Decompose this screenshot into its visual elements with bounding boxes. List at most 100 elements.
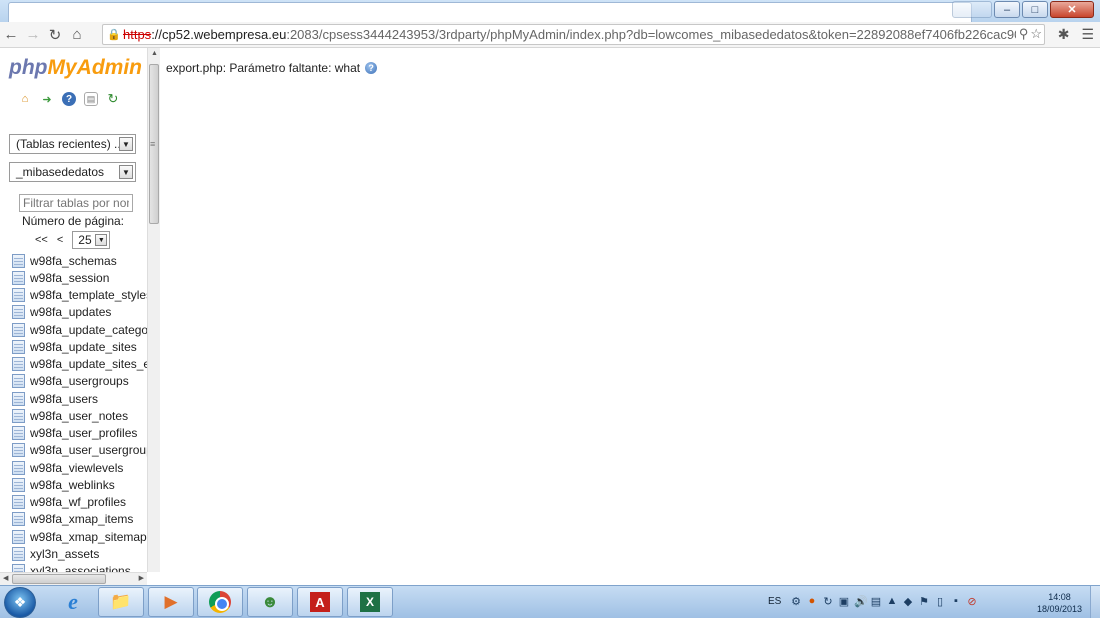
taskbar-internet-explorer[interactable]: e <box>50 587 96 617</box>
taskbar-chrome[interactable] <box>197 587 243 617</box>
table-row[interactable]: w98fa_user_usergroup <box>12 442 153 459</box>
browser-tab[interactable] <box>8 2 972 22</box>
table-row[interactable]: w98fa_wf_profiles <box>12 494 152 511</box>
signal-icon[interactable]: ▪ <box>950 595 962 608</box>
table-name-link[interactable]: w98fa_xmap_items <box>30 512 133 526</box>
table-name-link[interactable]: w98fa_usergroups <box>30 374 129 388</box>
phpmyadmin-logo[interactable]: phpMyAdmin <box>9 56 142 80</box>
scrollbar-thumb[interactable] <box>12 574 106 584</box>
clock[interactable]: 14:08 18/09/2013 <box>1037 591 1082 615</box>
table-icon[interactable] <box>12 374 25 389</box>
table-icon[interactable] <box>12 512 25 527</box>
tray-alert-icon[interactable]: ● <box>806 595 818 608</box>
table-icon[interactable] <box>12 426 25 441</box>
table-row[interactable]: w98fa_schemas <box>12 252 152 269</box>
table-icon[interactable] <box>12 495 25 510</box>
tray-blocked-icon[interactable]: ⊘ <box>966 595 978 608</box>
menu-icon[interactable]: ☰ <box>1081 26 1094 43</box>
table-icon[interactable] <box>12 288 25 303</box>
battery-icon[interactable]: ▯ <box>934 595 946 608</box>
tray-security-icon[interactable]: ◆ <box>902 595 914 608</box>
taskbar-messenger[interactable]: ☻ <box>247 587 293 617</box>
table-name-link[interactable]: w98fa_update_sites_ex <box>30 357 156 371</box>
new-tab-button[interactable] <box>952 1 992 18</box>
table-name-link[interactable]: w98fa_schemas <box>30 254 117 268</box>
table-row[interactable]: xyl3n_assets <box>12 545 152 562</box>
scroll-left-icon[interactable]: ◀ <box>3 574 8 582</box>
table-icon[interactable] <box>12 253 25 268</box>
table-row[interactable]: w98fa_weblinks <box>12 476 152 493</box>
table-name-link[interactable]: w98fa_xmap_sitemap <box>30 530 147 544</box>
start-button[interactable]: ❖ <box>4 587 36 618</box>
table-name-link[interactable]: w98fa_update_categor <box>30 323 152 337</box>
table-name-link[interactable]: w98fa_template_styles <box>30 288 152 302</box>
documentation-help-icon[interactable]: ? <box>365 62 378 74</box>
table-row[interactable]: w98fa_viewlevels <box>12 459 152 476</box>
page-select[interactable]: 25 ▼ <box>72 231 111 249</box>
table-row[interactable]: w98fa_updates <box>12 304 152 321</box>
table-name-link[interactable]: w98fa_weblinks <box>30 478 115 492</box>
table-icon[interactable] <box>12 529 25 544</box>
bookmark-star-icon[interactable]: ☆ <box>1030 26 1042 42</box>
language-indicator[interactable]: ES <box>768 596 781 607</box>
taskbar-excel[interactable]: X <box>347 587 393 617</box>
chevron-down-icon[interactable]: ▼ <box>119 165 133 179</box>
database-select[interactable]: _mibasededatos ▼ <box>9 162 136 182</box>
navigation-vertical-scrollbar[interactable]: ▲ <box>147 48 160 572</box>
table-name-link[interactable]: w98fa_update_sites <box>30 340 137 354</box>
table-row[interactable]: w98fa_users <box>12 390 152 407</box>
chevron-down-icon[interactable]: ▼ <box>119 137 133 151</box>
table-icon[interactable] <box>12 408 25 423</box>
logout-icon[interactable]: ➜ <box>40 92 54 106</box>
scroll-up-icon[interactable]: ▲ <box>151 50 158 57</box>
close-button[interactable]: ✕ <box>1050 1 1094 18</box>
documentation-icon[interactable]: ▤ <box>84 92 98 106</box>
taskbar-media-player[interactable]: ▶ <box>148 587 194 617</box>
tray-update-icon[interactable]: ▲ <box>886 595 898 608</box>
table-row[interactable]: w98fa_session <box>12 269 152 286</box>
table-name-link[interactable]: w98fa_user_profiles <box>30 426 137 440</box>
table-name-link[interactable]: w98fa_updates <box>30 305 111 319</box>
table-name-link[interactable]: xyl3n_assets <box>30 547 99 561</box>
chevron-down-icon[interactable]: ▼ <box>95 234 108 246</box>
table-name-link[interactable]: w98fa_viewlevels <box>30 461 123 475</box>
extension-icon[interactable]: ✱ <box>1058 26 1070 43</box>
table-icon[interactable] <box>12 339 25 354</box>
table-icon[interactable] <box>12 546 25 561</box>
recent-tables-select[interactable]: (Tablas recientes) ... ▼ <box>9 134 136 154</box>
table-name-link[interactable]: w98fa_session <box>30 271 109 285</box>
forward-icon[interactable]: → <box>22 26 44 43</box>
home-icon[interactable]: ⌂ <box>18 92 32 106</box>
table-icon[interactable] <box>12 270 25 285</box>
minimize-button[interactable]: – <box>994 1 1020 18</box>
tray-monitor-icon[interactable]: ▣ <box>838 595 850 608</box>
table-icon[interactable] <box>12 391 25 406</box>
reload-navigation-icon[interactable]: ↻ <box>106 91 120 106</box>
navigation-horizontal-scrollbar[interactable]: ◀ ▶ <box>0 572 147 585</box>
show-desktop-button[interactable] <box>1090 586 1100 618</box>
table-row[interactable]: w98fa_user_profiles <box>12 425 152 442</box>
tray-network-icon[interactable]: ▤ <box>870 595 882 608</box>
table-row[interactable]: w98fa_xmap_items <box>12 511 152 528</box>
taskbar-file-explorer[interactable]: 📁 <box>98 587 144 617</box>
table-row[interactable]: w98fa_usergroups <box>12 373 152 390</box>
table-icon[interactable] <box>12 305 25 320</box>
maximize-button[interactable]: □ <box>1022 1 1048 18</box>
tray-flag-icon[interactable]: ⚑ <box>918 595 930 608</box>
previous-page-link[interactable]: < <box>57 234 63 246</box>
table-icon[interactable] <box>12 460 25 475</box>
table-icon[interactable] <box>12 357 25 372</box>
table-row[interactable]: w98fa_update_sites <box>12 338 152 355</box>
back-icon[interactable]: ← <box>0 26 22 43</box>
scroll-right-icon[interactable]: ▶ <box>139 574 144 582</box>
tray-sync-icon[interactable]: ↻ <box>822 595 834 608</box>
table-icon[interactable] <box>12 477 25 492</box>
table-row[interactable]: w98fa_update_sites_ex <box>12 356 156 373</box>
table-row[interactable]: w98fa_xmap_sitemap <box>12 528 152 545</box>
table-name-link[interactable]: w98fa_users <box>30 392 98 406</box>
address-bar[interactable]: 🔒 https://cp52.webempresa.eu:2083/cpsess… <box>102 24 1045 45</box>
table-row[interactable]: w98fa_user_notes <box>12 407 152 424</box>
table-row[interactable]: w98fa_update_categor <box>12 321 152 338</box>
insecure-lock-icon[interactable]: 🔒 <box>107 28 121 41</box>
panel-resize-handle-icon[interactable]: ≡ <box>150 139 155 149</box>
